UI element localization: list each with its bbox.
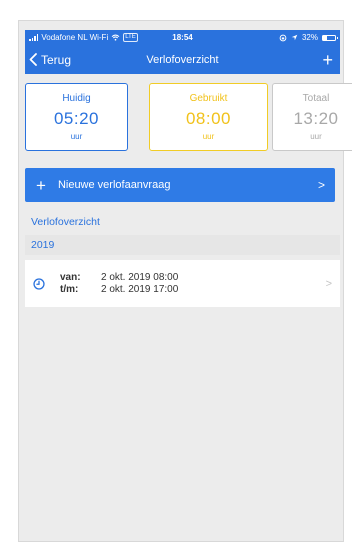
- location-icon: [291, 34, 298, 41]
- current-hours-box: Huidig 05:20 uur: [25, 83, 128, 151]
- used-value: 08:00: [185, 109, 232, 128]
- battery-percentage: 32%: [301, 33, 318, 42]
- year-header: 2019: [25, 235, 340, 255]
- chevron-right-icon: >: [325, 277, 332, 290]
- hours-summary: Huidig 05:20 uur Gebruikt 08:00 uur Tota…: [25, 83, 352, 151]
- chevron-left-icon: [29, 53, 37, 66]
- wifi-icon: [111, 34, 120, 41]
- battery-icon: [322, 34, 338, 41]
- total-label: Totaal: [302, 93, 330, 104]
- status-bar: Vodafone NL Wi-Fi LTE 18:54 32%: [25, 30, 340, 45]
- page-title: Verlofoverzicht: [146, 53, 219, 66]
- section-header-overview: Verlofoverzicht: [31, 216, 100, 228]
- total-value: 13:20: [293, 109, 339, 128]
- leave-period: van: 2 okt. 2019 08:00 t/m: 2 okt. 2019 …: [60, 272, 178, 295]
- lock-rotation-icon: [279, 34, 287, 41]
- back-label: Terug: [41, 52, 72, 67]
- to-label: t/m:: [60, 284, 79, 295]
- add-button[interactable]: +: [322, 51, 333, 69]
- carrier-name: Vodafone NL Wi-Fi: [41, 33, 109, 42]
- clock-icon: [33, 277, 45, 290]
- chevron-right-icon: >: [317, 178, 325, 192]
- status-right: 32%: [279, 33, 338, 42]
- back-button[interactable]: Terug: [25, 53, 71, 67]
- new-leave-request-label: Nieuwe verlofaanvraag: [57, 179, 171, 191]
- to-value: 2 okt. 2019 17:00: [101, 284, 179, 295]
- signal-icon: [29, 34, 39, 41]
- current-label: Huidig: [62, 93, 91, 104]
- new-leave-request-button[interactable]: + Nieuwe verlofaanvraag >: [25, 168, 335, 202]
- plus-icon: +: [36, 175, 46, 195]
- current-value: 05:20: [53, 109, 100, 128]
- top-bar: Vodafone NL Wi-Fi LTE 18:54 32% Terug Ve…: [25, 30, 340, 74]
- from-value: 2 okt. 2019 08:00: [101, 272, 179, 283]
- total-unit: uur: [310, 132, 322, 141]
- total-hours-box: Totaal 13:20 uur: [272, 83, 352, 151]
- leave-list-item[interactable]: van: 2 okt. 2019 08:00 t/m: 2 okt. 2019 …: [25, 260, 340, 307]
- nav-bar: Terug Verlofoverzicht +: [25, 45, 340, 74]
- used-unit: uur: [202, 132, 215, 141]
- used-label: Gebruikt: [189, 93, 228, 104]
- network-badge: LTE: [123, 33, 138, 42]
- status-left: Vodafone NL Wi-Fi LTE: [29, 33, 139, 42]
- used-hours-box: Gebruikt 08:00 uur: [149, 83, 268, 151]
- current-unit: uur: [70, 132, 83, 141]
- from-label: van:: [60, 272, 81, 283]
